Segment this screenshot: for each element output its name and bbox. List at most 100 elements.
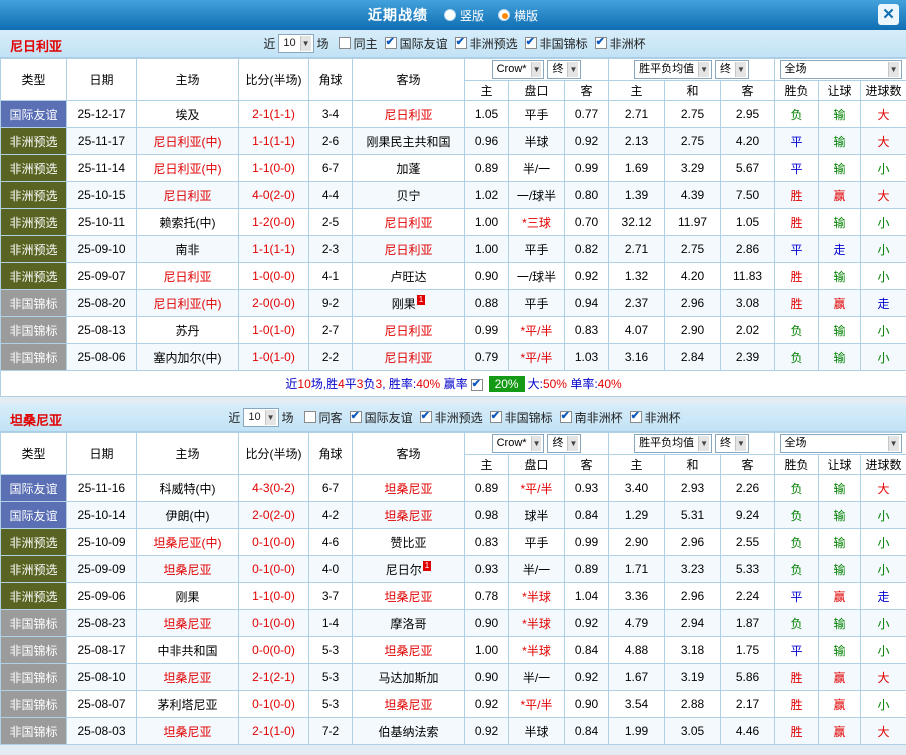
cell-result: 平 bbox=[774, 636, 820, 664]
cell-competition: 非洲预选 bbox=[0, 208, 67, 236]
odds-stage-select[interactable]: 终 ▼ bbox=[547, 434, 582, 453]
layout-radio-竖版[interactable]: 竖版 bbox=[443, 7, 484, 24]
cell-away-team: 伯基纳法索 bbox=[352, 717, 465, 745]
odds-stage-select[interactable]: 终 ▼ bbox=[547, 60, 582, 79]
team-name: 赖索托(中) bbox=[159, 215, 216, 230]
team-name: 尼日利亚(中) bbox=[153, 161, 222, 176]
cell-home-team: 埃及 bbox=[136, 100, 239, 128]
col-handicap: 盘口 bbox=[508, 454, 565, 475]
cell-goals-result: 小 bbox=[860, 262, 906, 290]
avg-odds-select[interactable]: 胜平负均值 ▼ bbox=[634, 434, 713, 453]
win-rate-badge: 20% bbox=[488, 376, 525, 392]
rate-checkbox[interactable] bbox=[470, 377, 483, 391]
scope-select[interactable]: 全场 ▼ bbox=[779, 60, 902, 79]
cell-result: 平 bbox=[774, 127, 820, 155]
checkbox-非洲预选[interactable] bbox=[454, 35, 467, 50]
cell-competition: 非国锦标 bbox=[0, 289, 67, 317]
checkbox-label: 国际友谊 bbox=[364, 410, 413, 425]
team-name: 坦桑尼亚 bbox=[384, 508, 433, 523]
checkbox-南非洲杯[interactable] bbox=[559, 409, 572, 424]
team-name: 刚果 bbox=[175, 589, 200, 604]
checkbox-国际友谊[interactable] bbox=[349, 409, 362, 424]
col-result: 胜负 bbox=[774, 80, 820, 101]
odds-company-select[interactable]: Crow* ▼ bbox=[491, 60, 545, 79]
cell-date: 25-08-23 bbox=[66, 609, 137, 637]
cell-competition: 非洲预选 bbox=[0, 127, 67, 155]
match-count-value: 10 bbox=[248, 411, 261, 423]
close-icon[interactable]: ✕ bbox=[878, 4, 899, 25]
results-table-tanzania: 类型 日期 主场 比分(半场) 角球 客场 Crow* ▼ 终 ▼ 胜平负均值 … bbox=[0, 432, 906, 745]
filter-item: 同主 bbox=[338, 35, 378, 52]
cell-handicap-result: 输 bbox=[818, 127, 862, 155]
filter-item: 非洲预选 bbox=[419, 409, 483, 426]
avg-odds-select[interactable]: 胜平负均值 ▼ bbox=[634, 60, 713, 79]
avg-stage-select[interactable]: 终 ▼ bbox=[715, 434, 749, 453]
checkbox-同客[interactable] bbox=[303, 411, 316, 424]
avg-stage-select[interactable]: 终 ▼ bbox=[715, 60, 749, 79]
cell-away-team: 尼日尔 1 bbox=[352, 555, 465, 583]
col-date: 日期 bbox=[66, 432, 137, 475]
team-name: 尼日利亚 bbox=[384, 107, 433, 122]
cell-odds-home: 0.93 bbox=[464, 555, 509, 583]
checkbox-非洲杯[interactable] bbox=[629, 409, 642, 424]
match-row: 非洲预选 25-10-11 赖索托(中) 1-2(0-0) 2-5 尼日利亚 1… bbox=[0, 208, 906, 236]
match-count-value: 10 bbox=[283, 37, 296, 49]
cell-home-team: 塞内加尔(中) bbox=[136, 343, 239, 371]
checkbox-非洲杯[interactable] bbox=[594, 35, 607, 50]
avg-header-group: 胜平负均值 ▼ 终 ▼ bbox=[608, 432, 776, 455]
cell-corners: 2-2 bbox=[308, 343, 353, 371]
cell-date: 25-10-14 bbox=[66, 501, 137, 529]
checkbox-label: 非洲杯 bbox=[609, 36, 646, 51]
match-count-select[interactable]: 10 ▼ bbox=[243, 408, 279, 427]
cell-away-team: 坦桑尼亚 bbox=[352, 636, 465, 664]
team-name: 坦桑尼亚 bbox=[163, 616, 212, 631]
checkbox-非国锦标[interactable] bbox=[524, 35, 537, 50]
summary-text: 40% bbox=[416, 377, 441, 391]
col-avg-away: 客 bbox=[720, 80, 776, 101]
scope-value: 全场 bbox=[784, 437, 807, 449]
cell-result: 平 bbox=[774, 154, 820, 182]
match-count-select[interactable]: 10 ▼ bbox=[278, 34, 314, 53]
filter-item: 非洲杯 bbox=[594, 35, 646, 52]
summary-text: 平 bbox=[344, 377, 357, 391]
team-name: 摩洛哥 bbox=[390, 616, 427, 631]
match-row: 非国锦标 25-08-17 中非共和国 0-0(0-0) 5-3 坦桑尼亚 1.… bbox=[0, 636, 906, 664]
checkbox-非国锦标[interactable] bbox=[489, 409, 502, 424]
checkbox-国际友谊[interactable] bbox=[384, 35, 397, 50]
cell-handicap-result: 赢 bbox=[818, 582, 862, 610]
cell-corners: 4-1 bbox=[308, 262, 353, 290]
cell-odds-home: 0.90 bbox=[464, 262, 509, 290]
cell-home-team: 尼日利亚(中) bbox=[136, 154, 239, 182]
cell-avg-away: 9.24 bbox=[720, 501, 776, 529]
team-name: 苏丹 bbox=[175, 323, 200, 338]
scope-value: 全场 bbox=[784, 63, 807, 75]
odds-header-group: Crow* ▼ 终 ▼ bbox=[463, 58, 610, 81]
filter-item: 国际友谊 bbox=[349, 409, 413, 426]
cell-odds-away: 0.70 bbox=[563, 208, 610, 236]
cell-home-team: 茅利塔尼亚 bbox=[136, 690, 239, 718]
cell-away-team: 贝宁 bbox=[352, 181, 465, 209]
checkbox-同主[interactable] bbox=[338, 37, 351, 50]
layout-radio-横版[interactable]: 横版 bbox=[498, 7, 538, 24]
cell-corners: 2-5 bbox=[308, 208, 353, 236]
cell-avg-home: 4.79 bbox=[608, 609, 666, 637]
match-row: 非洲预选 25-10-09 坦桑尼亚(中) 0-1(0-0) 4-6 赞比亚 0… bbox=[0, 528, 906, 556]
checkbox-label: 国际友谊 bbox=[399, 36, 448, 51]
match-row: 非洲预选 25-11-14 尼日利亚(中) 1-1(0-0) 6-7 加蓬 0.… bbox=[0, 154, 906, 182]
chevron-down-icon: ▼ bbox=[887, 436, 899, 451]
cell-odds-away: 0.89 bbox=[563, 555, 610, 583]
checkbox-非洲预选[interactable] bbox=[419, 409, 432, 424]
cell-avg-draw: 2.75 bbox=[664, 127, 722, 155]
cell-avg-draw: 11.97 bbox=[664, 208, 722, 236]
cell-avg-away: 4.20 bbox=[720, 127, 776, 155]
cell-competition: 非国锦标 bbox=[0, 717, 67, 745]
odds-company-select[interactable]: Crow* ▼ bbox=[491, 434, 545, 453]
cell-avg-home: 1.99 bbox=[608, 717, 666, 745]
team-title: 坦桑尼亚 bbox=[10, 413, 63, 428]
cell-avg-draw: 2.96 bbox=[664, 528, 722, 556]
cell-avg-draw: 2.84 bbox=[664, 343, 722, 371]
team-name: 尼日利亚 bbox=[384, 350, 433, 365]
team-name: 尼日利亚 bbox=[384, 323, 433, 338]
cell-goals-result: 小 bbox=[860, 528, 906, 556]
scope-select[interactable]: 全场 ▼ bbox=[779, 434, 902, 453]
